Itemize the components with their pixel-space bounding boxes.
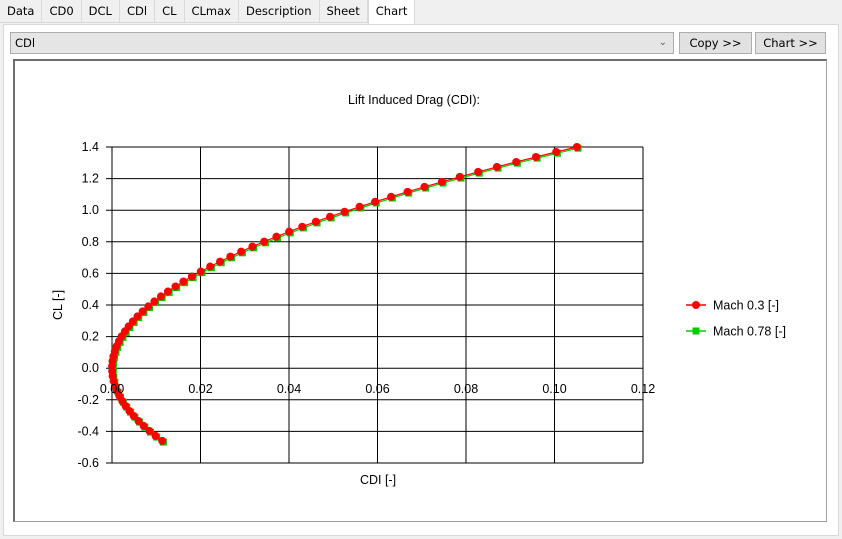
data-point: [216, 257, 225, 266]
y-tick-label: 1.0: [82, 203, 99, 217]
legend-label: Mach 0.3 [-]: [713, 299, 779, 313]
tab-data[interactable]: Data: [0, 0, 43, 23]
x-tick-label: 0.08: [454, 382, 478, 396]
copy-button[interactable]: Copy >>: [679, 32, 752, 54]
data-point: [285, 227, 294, 236]
data-point: [403, 187, 412, 196]
y-axis-label: CL [-]: [51, 290, 65, 320]
data-point: [156, 292, 165, 301]
y-tick-label: -0.4: [77, 424, 99, 438]
chart-area: Lift Induced Drag (CDI): 1.4 1.2 1.0 0.8 0.6…: [13, 59, 827, 522]
series-selector[interactable]: CDl ⌄: [10, 32, 674, 54]
data-point: [387, 192, 396, 201]
x-tick-label: 0.04: [277, 382, 301, 396]
data-point: [206, 262, 215, 271]
data-point: [171, 282, 180, 291]
y-tick-label: 0.8: [82, 235, 99, 249]
data-point: [298, 222, 307, 231]
series-line-1: [112, 147, 579, 443]
data-point: [492, 162, 501, 171]
data-point: [512, 157, 521, 166]
data-point: [163, 287, 172, 296]
y-tick-label: 1.4: [82, 140, 99, 154]
x-tick-label: 0.10: [542, 382, 566, 396]
legend-marker: [692, 301, 700, 309]
y-tick-label: 1.2: [82, 172, 99, 186]
data-point: [151, 431, 160, 440]
data-point: [179, 277, 188, 286]
chart-svg: Lift Induced Drag (CDI): 1.4 1.2 1.0 0.8 0.6…: [51, 93, 786, 487]
tab-clmax[interactable]: CLmax: [184, 0, 239, 23]
data-point: [158, 436, 167, 445]
x-tick-label: 0.02: [188, 382, 212, 396]
legend-label: Mach 0.78 [-]: [713, 325, 786, 339]
data-point: [340, 207, 349, 216]
data-point: [150, 297, 159, 306]
y-tick-label: -0.2: [77, 393, 99, 407]
tab-cdl[interactable]: CDl: [119, 0, 156, 23]
y-tick-label: -0.6: [77, 456, 99, 470]
tab-cd0[interactable]: CD0: [42, 0, 82, 23]
data-point: [260, 237, 269, 246]
x-tick-label: 0.00: [100, 382, 124, 396]
data-point: [552, 147, 561, 156]
y-tick-label: 0.4: [82, 298, 99, 312]
tab-bar: Data CD0 DCL CDl CL CLmax Description Sheet Char…: [0, 0, 416, 24]
data-point: [226, 252, 235, 261]
chart-title: Lift Induced Drag (CDI):: [348, 93, 480, 107]
data-point: [272, 232, 281, 241]
data-point: [572, 143, 581, 151]
data-point: [187, 272, 196, 281]
data-point: [371, 197, 380, 206]
data-point: [196, 267, 205, 276]
chart-button[interactable]: Chart >>: [755, 32, 826, 54]
data-point: [531, 152, 540, 161]
series-selector-value: CDl: [15, 36, 36, 50]
tab-dcl[interactable]: DCL: [81, 0, 120, 23]
tab-sheet[interactable]: Sheet: [319, 0, 368, 23]
tab-cl[interactable]: CL: [155, 0, 185, 23]
data-point: [474, 167, 483, 176]
y-tick-label: 0.6: [82, 266, 99, 280]
data-point: [248, 242, 257, 251]
data-point: [437, 177, 446, 186]
data-point: [325, 212, 334, 221]
tab-chart[interactable]: Chart: [367, 0, 416, 24]
x-axis-label: CDI [-]: [360, 473, 396, 487]
data-point: [455, 172, 464, 181]
y-tick-label: 0.2: [82, 330, 99, 344]
data-point: [311, 217, 320, 226]
chevron-down-icon[interactable]: ⌄: [659, 33, 667, 53]
x-tick-label: 0.12: [631, 382, 655, 396]
x-tick-label: 0.06: [365, 382, 389, 396]
tab-description[interactable]: Description: [239, 0, 320, 23]
data-point: [237, 247, 246, 256]
y-tick-label: 0.0: [82, 361, 99, 375]
legend-marker: [692, 327, 700, 335]
data-point: [355, 202, 364, 211]
series-line-0: [111, 146, 578, 442]
data-point: [420, 182, 429, 191]
